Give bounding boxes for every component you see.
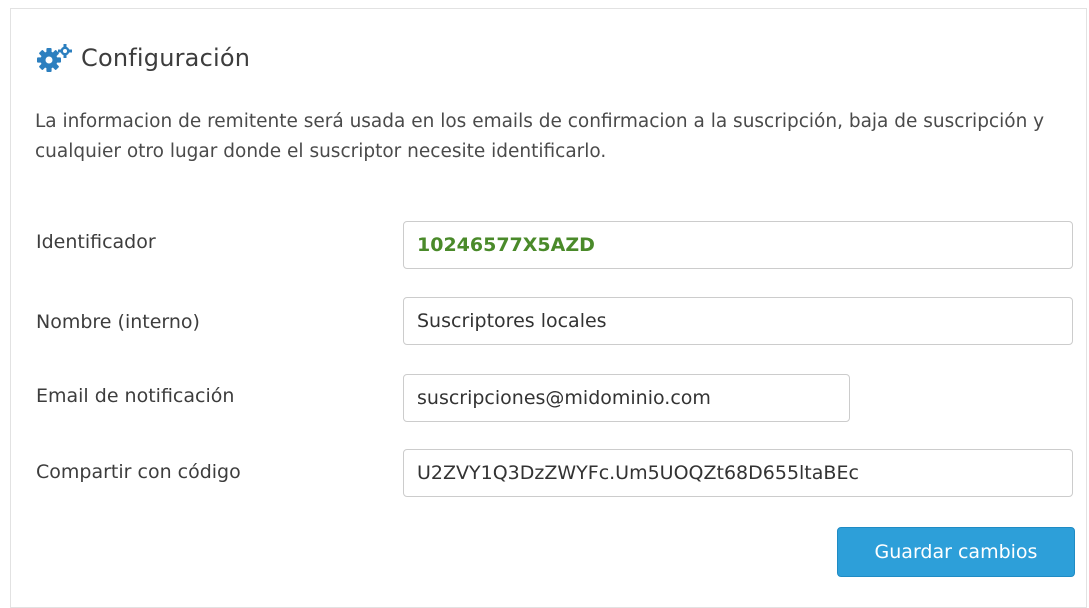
compartir-label: Compartir con código [36,461,241,483]
settings-panel: Configuración La informacion de remitent… [10,8,1087,608]
gears-icon [35,43,81,73]
panel-header: Configuración [35,43,250,73]
description-text: La informacion de remitente será usada e… [35,111,1045,162]
email-input[interactable] [403,374,850,422]
email-label: Email de notificación [36,385,235,407]
nombre-label: Nombre (interno) [36,311,200,333]
save-button[interactable]: Guardar cambios [837,527,1075,577]
page-title: Configuración [81,44,251,72]
identificador-label: Identificador [36,231,156,253]
identificador-field[interactable]: 10246577X5AZD [403,221,1073,269]
nombre-input[interactable] [403,297,1073,345]
compartir-code-input[interactable] [403,449,1073,497]
identificador-value: 10246577X5AZD [417,234,595,256]
